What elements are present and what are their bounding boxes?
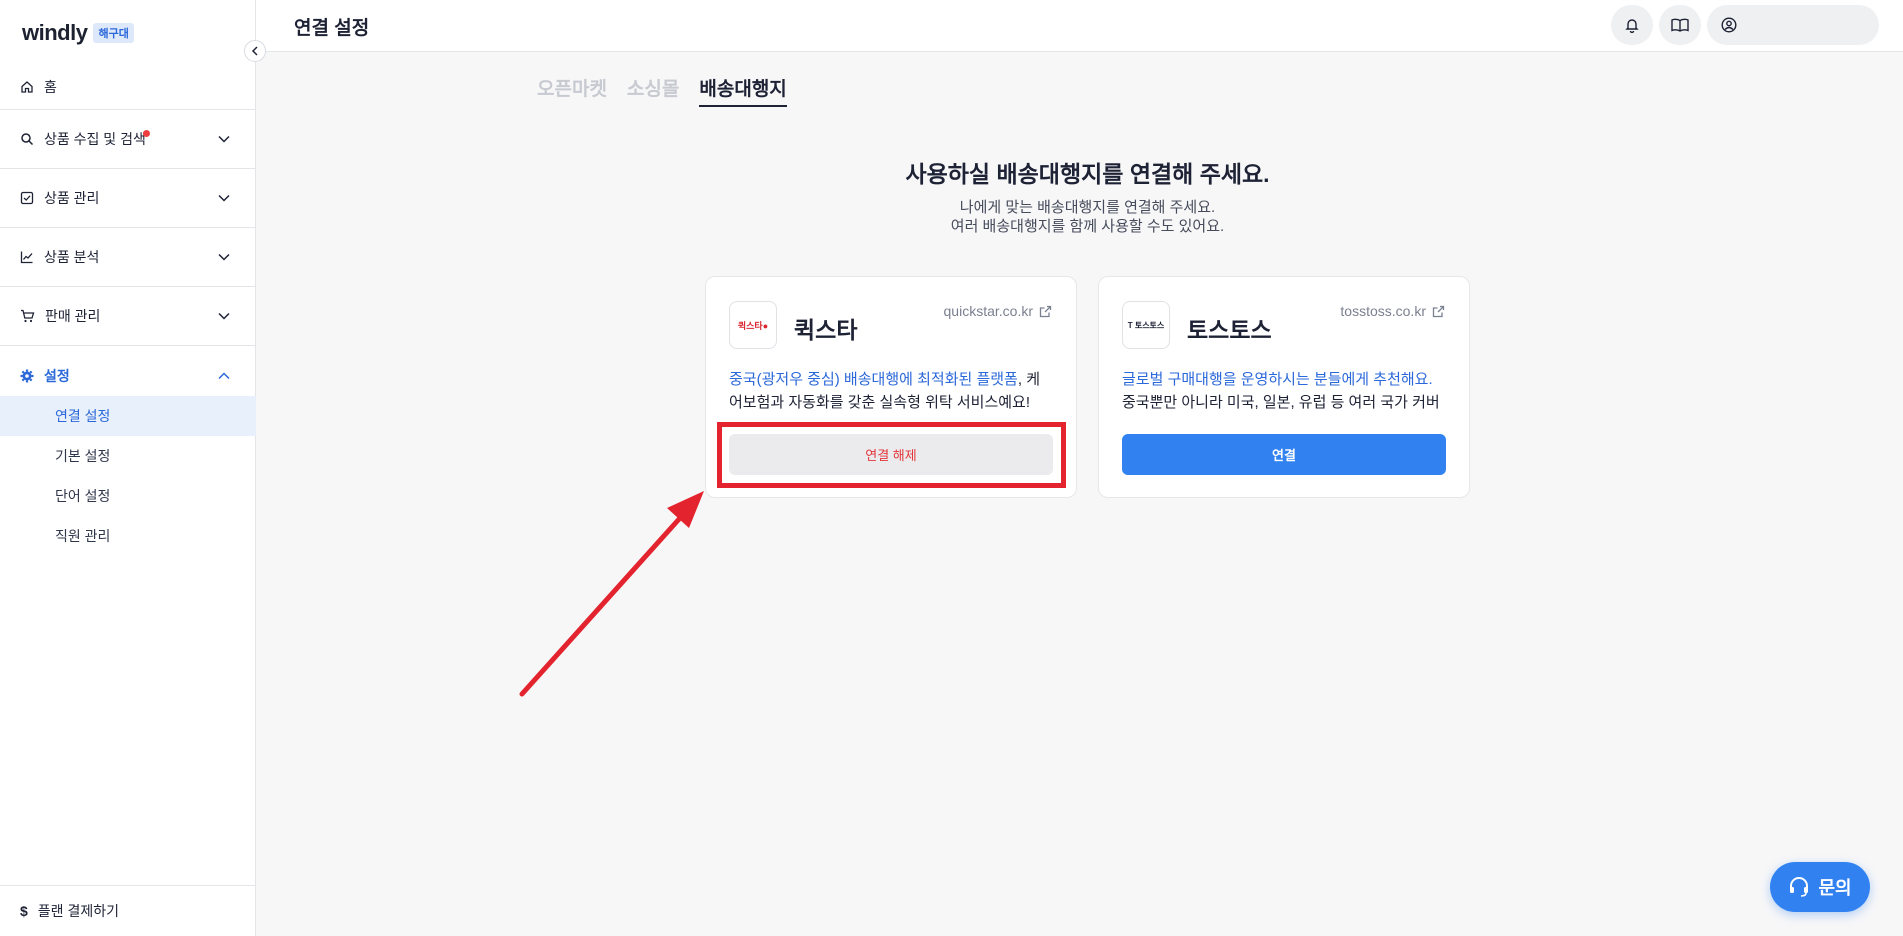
sidebar-subitem-connection-settings[interactable]: 연결 설정 [0,396,256,436]
card-description: 글로벌 구매대행을 운영하시는 분들에게 추천해요. 중국뿐만 아니라 미국, … [1122,368,1452,414]
description-line2: 중국뿐만 아니라 미국, 일본, 유럽 등 여러 국가 커버 [1122,394,1440,411]
help-label: 문의 [1818,878,1852,898]
bell-icon [1625,19,1639,33]
sidebar-item-label: 설정 [44,367,70,384]
notification-dot [143,130,150,137]
headset-icon [1790,877,1809,897]
quickstar-logo-text: 퀵스타● [737,320,769,331]
description-rest: , 케 [1017,371,1041,388]
guide-button[interactable] [1659,5,1701,45]
sidebar-subitem-basic-settings[interactable]: 기본 설정 [0,436,256,476]
brand[interactable]: windly 해구대 [22,20,134,46]
home-icon [21,80,33,93]
sidebar-item-product-collect[interactable]: 상품 수집 및 검색 [0,110,256,169]
section-headline: 사용하실 배송대행지를 연결해 주세요. [905,161,1270,187]
search-icon [21,133,34,146]
chevron-down-icon [218,253,230,261]
section-subtitle-2: 여러 배송대행지를 함께 사용할 수도 있어요. [950,218,1225,235]
gear-icon [20,369,34,382]
user-menu-button[interactable] [1707,5,1879,45]
quickstar-site-link[interactable]: quickstar.co.kr [944,303,1052,319]
card-title: 토스토스 [1187,317,1272,343]
help-chat-button[interactable]: 문의 [1770,862,1870,912]
plan-payment-label: 플랜 결제하기 [37,903,119,919]
sidebar-item-label: 판매 관리 [45,308,101,324]
tosstoss-site-link[interactable]: tosstoss.co.kr [1340,303,1445,319]
connect-button[interactable]: 연결 [1122,434,1446,475]
sidebar: windly 해구대 홈 상품 수집 및 검색 상품 관리 상품 분석 판매 관… [0,0,256,936]
category-tabs: 오픈마켓 소싱몰 배송대행지 [537,74,787,107]
sidebar-collapse-button[interactable] [244,40,266,62]
tosstoss-logo: T 토스토스 [1122,301,1170,349]
site-link-text: tosstoss.co.kr [1340,303,1426,319]
sidebar-subitem-word-settings[interactable]: 단어 설정 [0,476,256,516]
book-icon [1671,18,1689,32]
sidebar-item-sales-manage[interactable]: 판매 관리 [0,287,256,346]
card-title: 퀵스타 [794,317,858,343]
tab-sourcing-mall[interactable]: 소싱몰 [627,74,679,107]
sidebar-item-label: 상품 관리 [44,190,100,206]
page-title: 연결 설정 [294,18,370,39]
quickstar-logo: 퀵스타● [729,301,777,349]
chevron-left-icon [251,46,258,56]
chart-icon [20,251,33,264]
dollar-icon: $ [20,903,28,919]
external-link-icon [1432,305,1445,317]
external-link-icon [1039,305,1052,317]
sidebar-item-label: 홈 [44,78,57,95]
tab-forwarder[interactable]: 배송대행지 [699,74,787,107]
chevron-down-icon [218,194,230,202]
sidebar-subitem-staff-manage[interactable]: 직원 관리 [0,516,256,556]
sidebar-item-label: 상품 수집 및 검색 [44,131,146,147]
site-link-text: quickstar.co.kr [943,303,1033,319]
section-subtitle-1: 나에게 맞는 배송대행지를 연결해 주세요. [959,199,1216,216]
card-description: 중국(광저우 중심) 배송대행에 최적화된 플랫폼, 케 어보험과 자동화를 갖… [729,368,1059,414]
chevron-down-icon [218,135,230,143]
user-icon [1721,17,1737,33]
tosstoss-logo-text: T 토스토스 [1127,320,1165,330]
sidebar-item-product-manage[interactable]: 상품 관리 [0,169,256,228]
brand-logo[interactable]: windly [22,20,88,46]
cart-icon [21,309,35,323]
notification-button[interactable] [1611,5,1653,45]
checkbox-icon [20,191,34,205]
top-header: 연결 설정 [256,0,1903,52]
brand-badge: 해구대 [93,23,134,43]
description-line2: 어보험과 자동화를 갖춘 실속형 위탁 서비스예요! [729,394,1031,411]
tab-open-market[interactable]: 오픈마켓 [537,74,607,107]
chevron-down-icon [218,312,230,320]
description-highlight: 중국(광저우 중심) 배송대행에 최적화된 플랫폼 [729,371,1018,388]
annotation-highlight-box [717,422,1066,488]
description-highlight: 글로벌 구매대행을 운영하시는 분들에게 추천해요. [1122,371,1433,388]
sidebar-item-home[interactable]: 홈 [0,64,256,110]
plan-payment-link[interactable]: $ 플랜 결제하기 [0,885,256,936]
sidebar-item-product-analysis[interactable]: 상품 분석 [0,228,256,287]
forwarder-card-tosstoss: T 토스토스 토스토스 tosstoss.co.kr 글로벌 구매대행을 운영하… [1098,276,1470,498]
sidebar-item-label: 상품 분석 [44,249,100,265]
chevron-up-icon [218,371,230,379]
